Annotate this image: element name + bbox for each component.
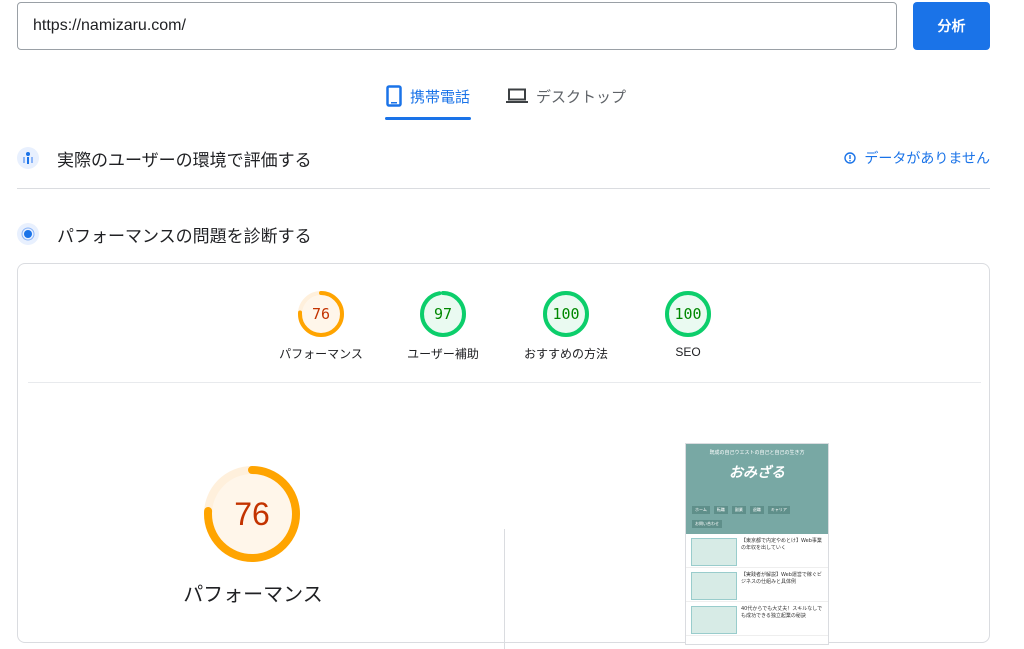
active-tab-indicator [385,117,471,120]
thumbnail-post-image [691,572,737,600]
gauge-ring: 76 [298,291,344,337]
thumbnail-nav-item: 副業 [731,506,746,514]
thumbnail-post-image [691,606,737,634]
laptop-icon [506,88,528,103]
tab-mobile-label: 携帯電話 [410,87,471,106]
tab-mobile[interactable]: 携帯電話 [386,72,470,120]
score-label: パフォーマンス [279,347,363,361]
tab-desktop-label: デスクトップ [536,87,627,106]
thumbnail-header: 既成の自己ウエストの自己と自己の生き方 おみざる [686,444,828,502]
score-gauge-accessibility[interactable]: 97 ユーザー補助 [383,289,503,362]
score-gauge-seo[interactable]: 100 SEO [628,289,748,359]
big-gauge-ring: 76 [204,466,300,562]
thumbnail-nav-item: お問い合わせ [692,520,722,528]
users-icon [17,147,39,169]
thumbnail-post: 【実践者が解説】Web運営で稼ぐビジネスの仕組みと具体例 [686,568,828,602]
score-label: おすすめの方法 [523,347,608,361]
big-score-label: パフォーマンス [183,584,323,606]
score-value: 76 [312,305,330,323]
thumbnail-tagline: 既成の自己ウエストの自己と自己の生き方 [709,450,805,456]
section-divider [17,188,990,189]
score-value: 97 [434,305,452,323]
scores-card: 76 パフォーマンス 97 ユーザー補助 100 おすすめの方法 100 SEO [17,263,990,649]
score-label: SEO [675,345,701,359]
thumbnail-nav-item: 退職 [749,506,764,514]
card-divider [28,382,981,383]
tab-desktop[interactable]: デスクトップ [506,72,626,120]
thumbnail-post-text: 40代からでも大丈夫！スキルなしでも成功できる独立起業の秘訣 [741,606,823,619]
thumbnail-nav-item: 転職 [713,506,728,514]
big-score-value: 76 [234,496,270,532]
page-screenshot-thumbnail: 既成の自己ウエストの自己と自己の生き方 おみざる ホーム 転職 副業 退職 キャ… [685,443,829,645]
score-label: ユーザー補助 [407,347,479,361]
thumbnail-nav-item: キャリア [767,506,790,514]
lab-data-title: パフォーマンスの問題を診断する [57,226,312,247]
thumbnail-post-text: 【実践者が解説】Web運営で稼ぐビジネスの仕組みと具体例 [741,572,822,585]
gauge-ring: 100 [665,291,711,337]
score-value: 100 [674,305,701,323]
thumbnail-post: 【東京都で内定やめとけ】Web事業の年収を出していく [686,534,828,568]
field-data-section: 実際のユーザーの環境で評価する データがありません [17,146,990,171]
thumbnail-post-text: 【東京都で内定やめとけ】Web事業の年収を出していく [741,538,822,551]
device-tabs: 携帯電話 デスクトップ [0,72,1024,120]
info-icon [844,152,857,164]
score-gauge-best-practices[interactable]: 100 おすすめの方法 [506,289,626,362]
score-value: 100 [552,305,579,323]
gauge-ring: 100 [543,291,589,337]
no-data-text: データがありません [864,151,990,167]
field-data-title: 実際のユーザーの環境で評価する [57,150,312,171]
lab-data-section: パフォーマンスの問題を診断する [17,222,990,247]
thumbnail-logo: おみざる [729,465,785,481]
thumbnail-post-image [691,538,737,566]
thumbnail-nav-item: ホーム [692,506,710,514]
performance-big-gauge: 76 [202,464,302,568]
smartphone-icon [386,85,402,107]
thumbnail-nav: ホーム 転職 副業 退職 キャリア お問い合わせ [686,502,828,534]
gauge-ring: 97 [420,291,466,337]
score-gauge-performance[interactable]: 76 パフォーマンス [261,289,381,362]
vertical-divider [504,529,505,649]
no-data-notice: データがありません [844,146,990,170]
url-input[interactable]: https://namizaru.com/ [17,2,897,50]
lab-icon [17,223,39,245]
analyze-button[interactable]: 分析 [913,2,990,50]
thumbnail-post: 40代からでも大丈夫！スキルなしでも成功できる独立起業の秘訣 [686,602,828,636]
